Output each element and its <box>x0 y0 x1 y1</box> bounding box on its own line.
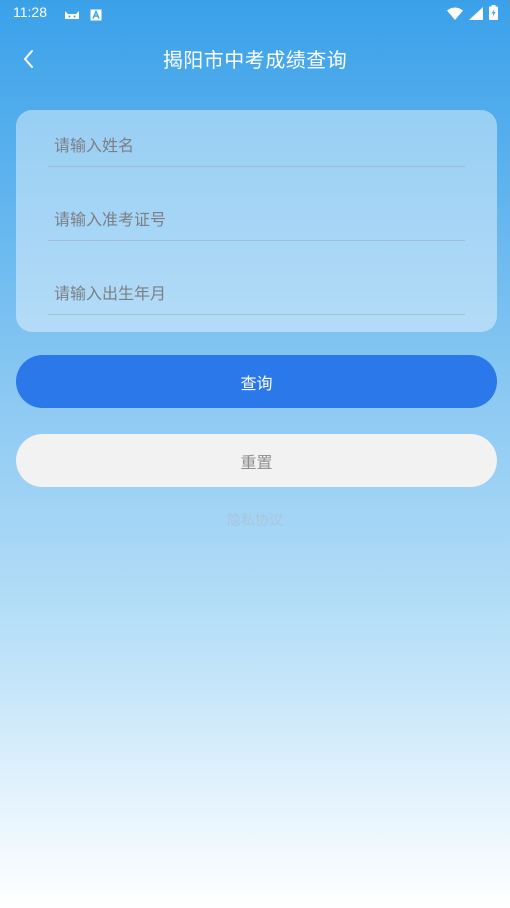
birth-date-input[interactable] <box>48 272 465 314</box>
cat-icon <box>64 6 80 25</box>
status-time: 11:28 <box>13 4 47 20</box>
status-left-icons <box>64 6 102 25</box>
signal-icon <box>469 5 483 24</box>
status-right-icons <box>447 5 498 24</box>
form-card <box>16 110 497 332</box>
privacy-policy-link[interactable]: 隐私协议 <box>0 510 510 530</box>
exam-id-input[interactable] <box>48 198 465 240</box>
battery-icon <box>489 5 498 24</box>
birth-field <box>48 272 465 315</box>
reset-button[interactable]: 重置 <box>16 434 497 487</box>
name-field <box>48 124 465 167</box>
name-input[interactable] <box>48 124 465 166</box>
wifi-icon <box>447 5 463 24</box>
query-button[interactable]: 查询 <box>16 355 497 408</box>
status-bar: 11:28 <box>0 0 510 26</box>
a-box-icon <box>90 6 102 25</box>
page-title: 揭阳市中考成绩查询 <box>162 48 348 72</box>
exam-id-field <box>48 198 465 241</box>
app-header: 揭阳市中考成绩查询 <box>0 26 510 90</box>
